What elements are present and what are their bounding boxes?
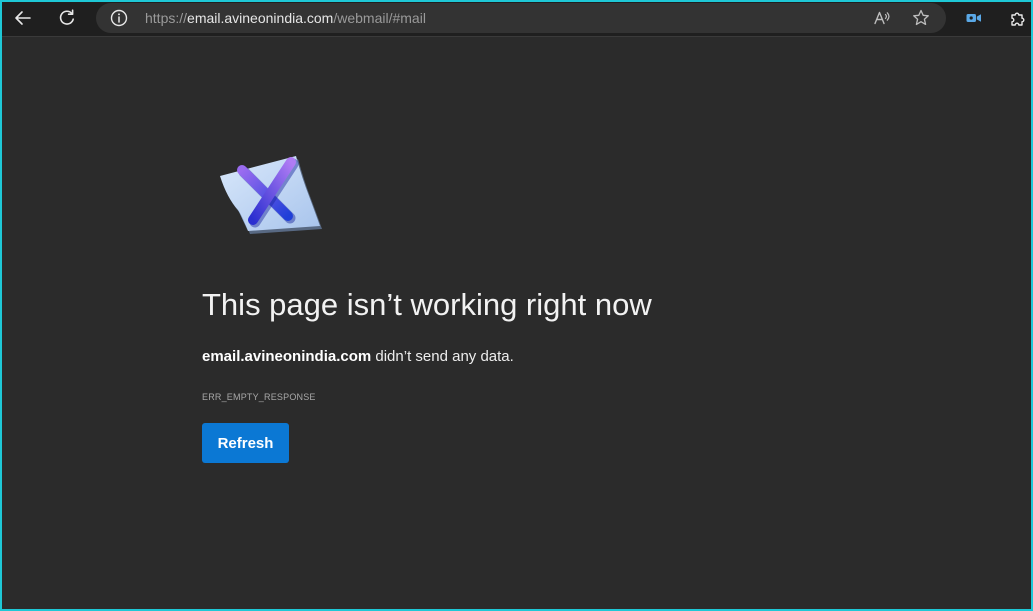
broken-page-x-icon <box>220 156 322 234</box>
video-camera-icon <box>966 14 981 22</box>
star-icon <box>913 9 929 26</box>
url-path: /webmail/#mail <box>333 10 426 26</box>
favorite-button[interactable] <box>911 8 931 28</box>
read-aloud-button[interactable] <box>872 8 892 28</box>
url-text[interactable]: https://email.avineonindia.com/webmail/#… <box>145 10 426 26</box>
back-button[interactable] <box>8 4 38 32</box>
error-code: ERR_EMPTY_RESPONSE <box>202 392 316 402</box>
address-bar[interactable]: https://email.avineonindia.com/webmail/#… <box>96 3 946 33</box>
error-host: email.avineonindia.com <box>202 348 372 365</box>
url-host: email.avineonindia.com <box>187 10 334 26</box>
extension-video-button[interactable] <box>959 4 989 32</box>
info-icon[interactable] <box>110 9 128 27</box>
browser-window: https://email.avineonindia.com/webmail/#… <box>0 0 1033 611</box>
page-title: This page isn’t working right now <box>202 287 652 322</box>
back-arrow-icon <box>15 11 31 25</box>
error-message: email.avineonindia.com didn’t send any d… <box>202 347 514 367</box>
read-aloud-icon <box>874 11 890 25</box>
reload-icon <box>59 9 74 25</box>
extensions-button[interactable] <box>1003 4 1031 32</box>
url-scheme: https:// <box>145 10 188 26</box>
browser-toolbar: https://email.avineonindia.com/webmail/#… <box>2 2 1031 37</box>
error-message-text: didn’t send any data. <box>371 348 514 365</box>
reload-button[interactable] <box>52 4 82 32</box>
refresh-button[interactable]: Refresh <box>202 423 289 463</box>
puzzle-extension-icon <box>1011 12 1025 26</box>
